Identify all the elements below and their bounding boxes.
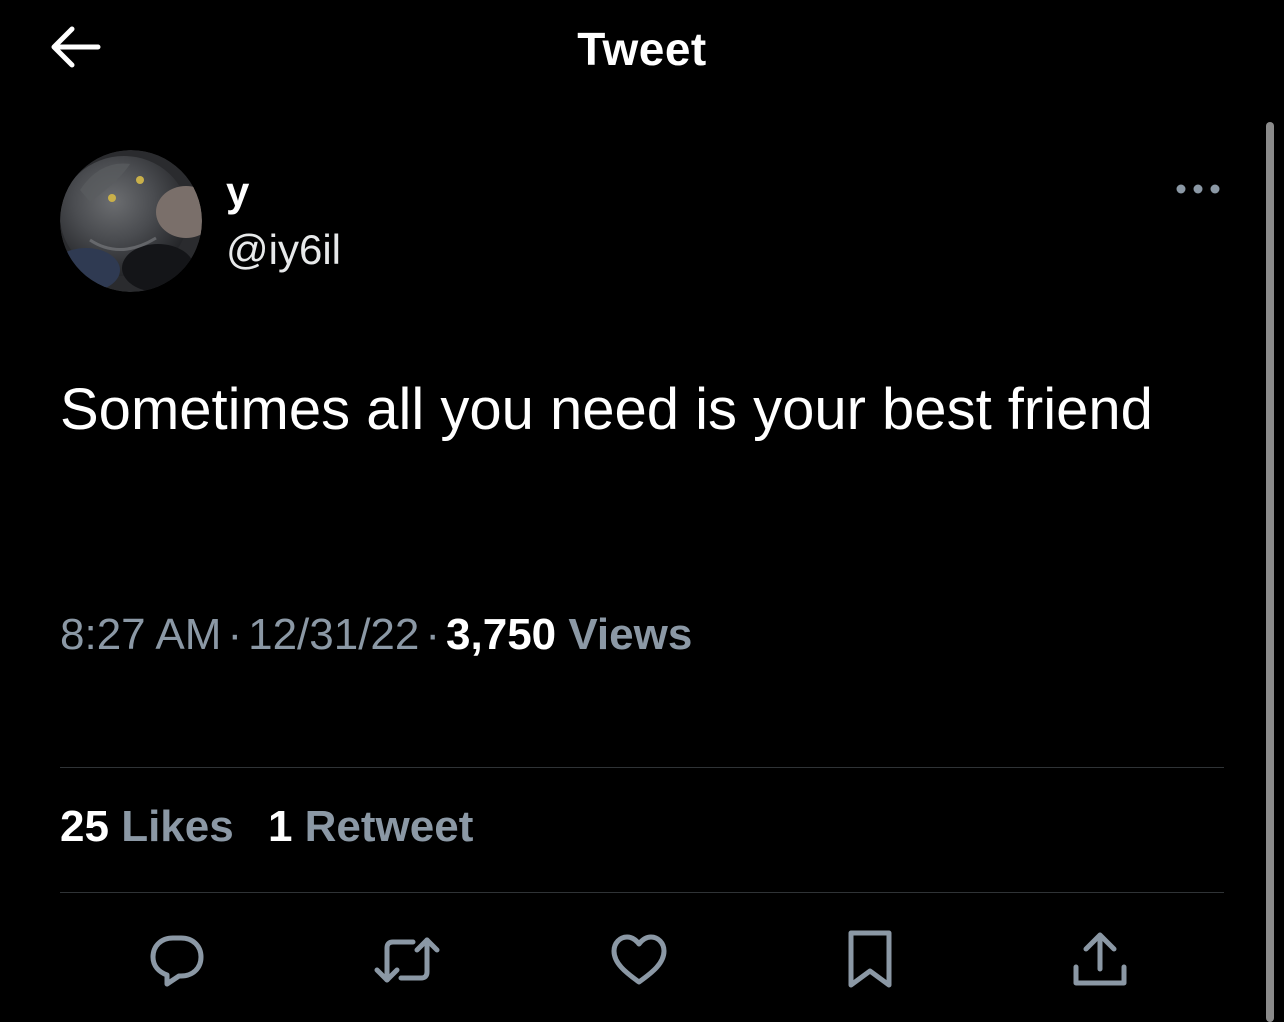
share-icon bbox=[1073, 932, 1127, 986]
views-label[interactable]: Views bbox=[568, 610, 692, 659]
likes-count: 25 bbox=[60, 802, 109, 851]
divider bbox=[60, 767, 1224, 768]
more-horizontal-icon bbox=[1176, 184, 1220, 194]
bookmark-icon bbox=[848, 930, 892, 988]
share-button[interactable] bbox=[1064, 924, 1136, 996]
avatar[interactable] bbox=[60, 150, 202, 292]
retweet-button[interactable] bbox=[371, 924, 443, 996]
action-bar bbox=[0, 924, 1284, 1000]
top-navigation-bar: Tweet bbox=[0, 0, 1284, 96]
avatar-photo bbox=[60, 150, 202, 292]
more-options-button[interactable] bbox=[1172, 172, 1224, 206]
divider bbox=[60, 892, 1224, 893]
views-count[interactable]: 3,750 bbox=[446, 610, 556, 659]
scrollbar[interactable] bbox=[1266, 122, 1274, 1022]
tweet-text: Sometimes all you need is your best frie… bbox=[60, 377, 1153, 442]
engagement-stats: 25 Likes 1 Retweet bbox=[60, 802, 495, 852]
retweets-count: 1 bbox=[267, 802, 293, 851]
like-icon bbox=[611, 934, 667, 985]
likes-label: Likes bbox=[121, 802, 234, 851]
bookmark-button[interactable] bbox=[834, 924, 906, 996]
author-handle[interactable]: @iy6il bbox=[226, 226, 341, 274]
retweets-stat[interactable]: 1 Retweet bbox=[268, 802, 473, 851]
page-title: Tweet bbox=[577, 23, 707, 75]
tweet-metadata: 8:27 AM · 12/31/22 · 3,750 Views bbox=[60, 610, 692, 660]
author-display-name[interactable]: y bbox=[226, 168, 249, 216]
likes-stat[interactable]: 25 Likes bbox=[60, 802, 234, 851]
reply-icon bbox=[150, 935, 204, 987]
tweet-time[interactable]: 8:27 AM bbox=[60, 610, 221, 659]
separator-dot: · bbox=[227, 610, 243, 659]
separator-dot: · bbox=[425, 610, 441, 659]
retweets-label: Retweet bbox=[304, 802, 474, 851]
tweet-date[interactable]: 12/31/22 bbox=[248, 610, 419, 659]
retweet-icon bbox=[374, 937, 440, 983]
like-button[interactable] bbox=[603, 924, 675, 996]
reply-button[interactable] bbox=[141, 924, 213, 996]
